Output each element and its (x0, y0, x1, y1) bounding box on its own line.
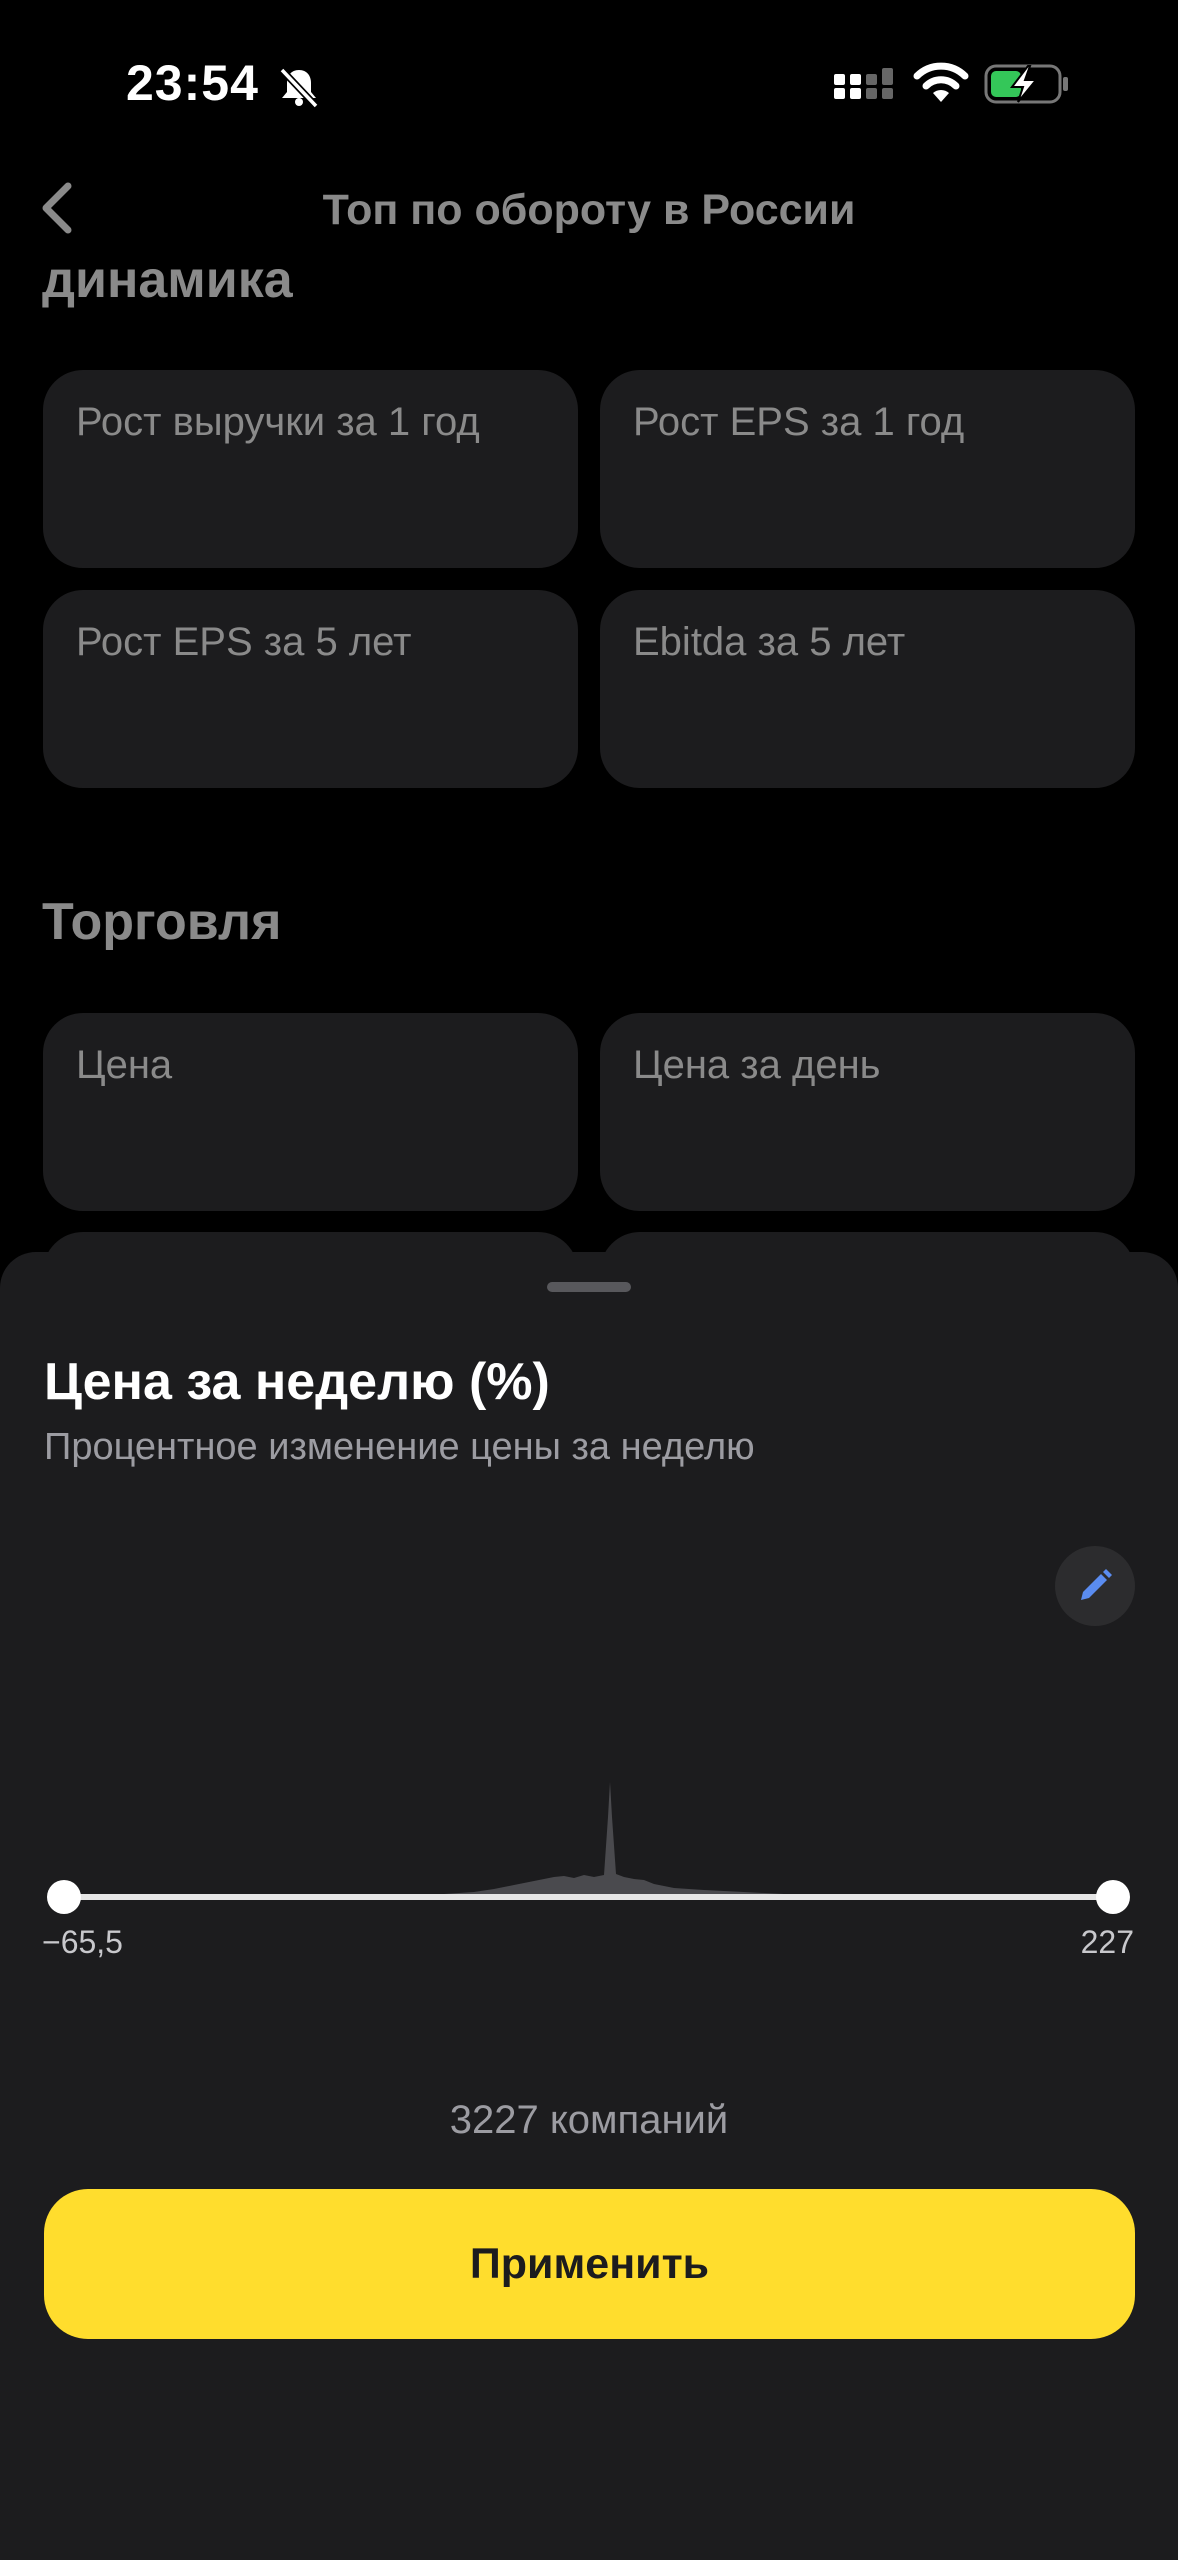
filter-card[interactable]: Рост выручки за 1 год (43, 370, 578, 568)
sheet-title: Цена за неделю (%) (44, 1353, 550, 1411)
filter-card[interactable]: Рост EPS за 1 год (600, 370, 1135, 568)
pencil-icon (1081, 1569, 1112, 1600)
range-max-label: 227 (1080, 1924, 1134, 1960)
filter-card[interactable]: Ebitda за 5 лет (600, 590, 1135, 788)
filter-bottom-sheet: Цена за неделю (%) Процентное изменение … (0, 1252, 1178, 2560)
filter-card[interactable]: Цена за день (600, 1013, 1135, 1211)
screen: 23:54 Топ по обороту в России динамика Р… (0, 0, 1178, 2560)
companies-count: 3227 компаний (449, 2098, 729, 2142)
page-title: Топ по обороту в России (322, 186, 856, 234)
filter-card[interactable]: Рост EPS за 5 лет (43, 590, 578, 788)
distribution-histogram (64, 1782, 1114, 1897)
range-slider-max-handle[interactable] (1096, 1880, 1130, 1914)
range-slider-min-handle[interactable] (47, 1880, 81, 1914)
range-min-label: −65,5 (42, 1924, 123, 1960)
section-heading-dynamics: динамика (42, 251, 293, 309)
apply-button[interactable]: Применить (44, 2189, 1135, 2339)
sheet-grabber[interactable] (547, 1282, 631, 1292)
section-heading-trading: Торговля (42, 893, 282, 951)
edit-range-button[interactable] (1055, 1546, 1135, 1626)
background-page: Топ по обороту в России динамика Рост вы… (0, 0, 1178, 1430)
sheet-subtitle: Процентное изменение цены за неделю (44, 1426, 755, 1468)
range-slider-track[interactable] (64, 1894, 1114, 1900)
filter-card[interactable]: Цена (43, 1013, 578, 1211)
